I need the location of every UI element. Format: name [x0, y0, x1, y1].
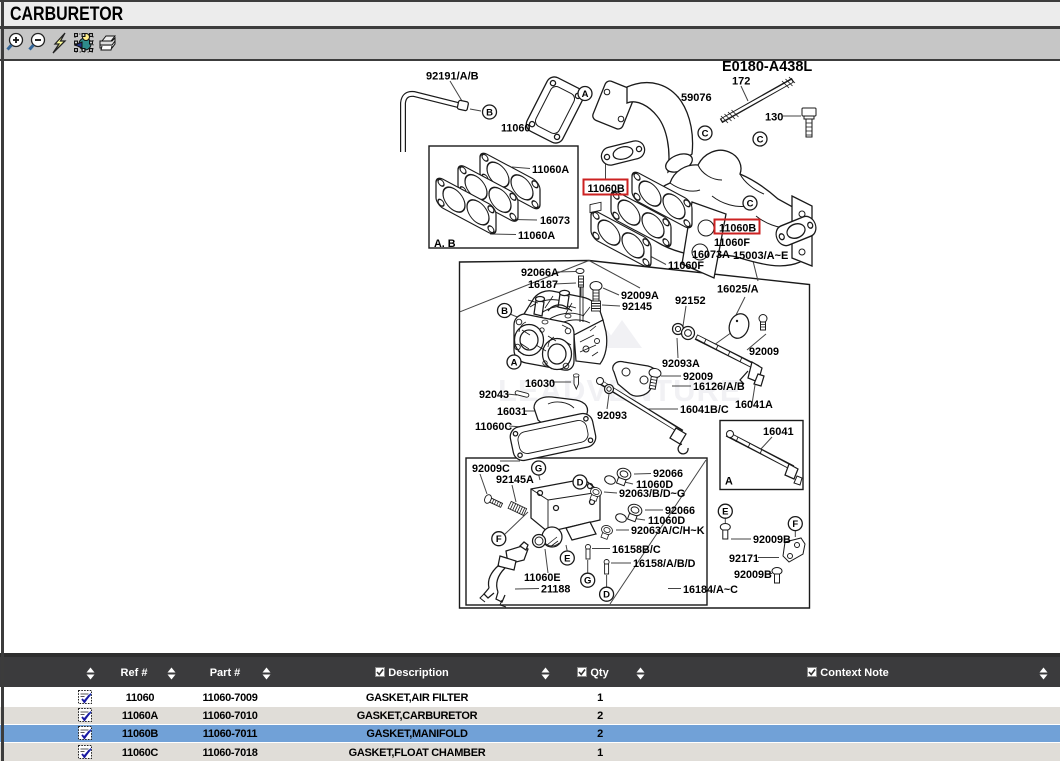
svg-text:C: C: [702, 128, 709, 139]
svg-text:16073: 16073: [540, 215, 570, 227]
svg-text:B: B: [486, 107, 493, 118]
svg-text:A. B: A. B: [434, 238, 456, 250]
svg-text:A: A: [511, 357, 518, 368]
svg-text:92171: 92171: [729, 553, 759, 565]
svg-text:E: E: [564, 553, 570, 564]
svg-text:11060F: 11060F: [668, 260, 704, 272]
svg-text:15003/A~E: 15003/A~E: [733, 250, 788, 262]
svg-text:92066A: 92066A: [521, 267, 559, 279]
svg-text:11060F: 11060F: [714, 237, 750, 249]
svg-text:11060: 11060: [501, 123, 530, 135]
svg-text:E: E: [722, 507, 728, 518]
svg-text:16158/A/B/D: 16158/A/B/D: [633, 558, 696, 570]
svg-text:11060A: 11060A: [518, 230, 555, 242]
svg-text:11060C: 11060C: [475, 421, 512, 433]
svg-text:92063/B/D~G: 92063/B/D~G: [619, 488, 685, 500]
svg-text:92093: 92093: [597, 410, 627, 422]
svg-text:92191/A/B: 92191/A/B: [426, 71, 479, 83]
svg-text:92009B: 92009B: [734, 569, 772, 581]
svg-text:16031: 16031: [497, 406, 527, 418]
svg-text:92043: 92043: [479, 389, 509, 401]
svg-text:16041: 16041: [763, 426, 794, 438]
svg-text:92063A/C/H~K: 92063A/C/H~K: [631, 525, 705, 537]
svg-text:92152: 92152: [675, 295, 706, 307]
svg-text:F: F: [792, 519, 798, 530]
svg-text:16041A: 16041A: [735, 399, 773, 411]
svg-text:92009: 92009: [749, 346, 779, 358]
svg-text:16041B/C: 16041B/C: [680, 404, 729, 416]
svg-text:16126/A/B: 16126/A/B: [693, 381, 745, 393]
svg-text:21188: 21188: [541, 584, 570, 596]
svg-text:16184/A~C: 16184/A~C: [683, 584, 738, 596]
svg-text:16030: 16030: [525, 378, 555, 390]
svg-text:F: F: [496, 534, 502, 545]
svg-text:59076: 59076: [681, 92, 712, 104]
svg-text:G: G: [535, 463, 542, 474]
svg-text:C: C: [757, 134, 764, 145]
svg-text:A: A: [582, 89, 589, 100]
svg-text:G: G: [584, 576, 591, 587]
svg-text:92145A: 92145A: [496, 474, 534, 486]
svg-text:130: 130: [765, 112, 783, 124]
svg-text:E0180-A438L: E0180-A438L: [722, 59, 812, 75]
svg-text:B: B: [501, 306, 508, 317]
svg-text:D: D: [603, 590, 610, 601]
svg-text:11060B: 11060B: [719, 223, 756, 235]
svg-text:16025/A: 16025/A: [717, 284, 759, 296]
svg-text:16187: 16187: [528, 279, 558, 291]
svg-text:92009B: 92009B: [753, 534, 791, 546]
svg-text:D: D: [577, 477, 584, 488]
svg-text:11060A: 11060A: [532, 164, 569, 176]
svg-text:172: 172: [732, 76, 750, 88]
svg-text:11060B: 11060B: [588, 183, 625, 195]
svg-text:A: A: [725, 476, 733, 488]
svg-text:C: C: [747, 198, 754, 209]
svg-text:92145: 92145: [622, 301, 652, 313]
svg-text:92093A: 92093A: [662, 358, 700, 370]
svg-text:11060E: 11060E: [524, 572, 561, 584]
svg-text:16158B/C: 16158B/C: [612, 544, 661, 556]
